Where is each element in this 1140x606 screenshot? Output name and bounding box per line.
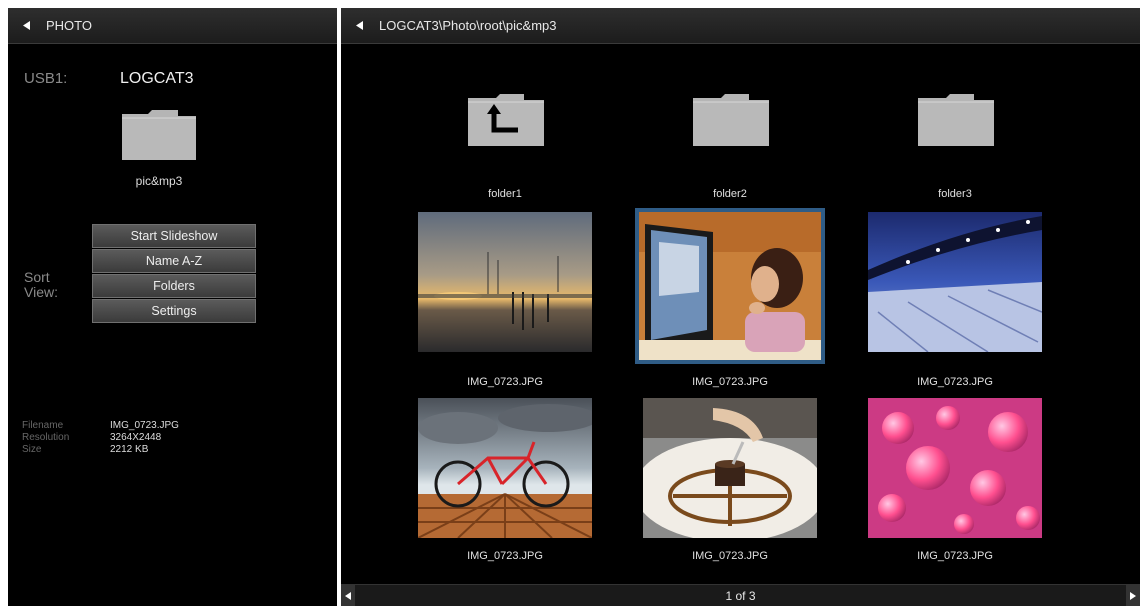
photo-label: IMG_0723.JPG xyxy=(692,376,768,388)
pager-bar: 1 of 3 xyxy=(341,584,1140,606)
photo-tile[interactable]: IMG_0723.JPG xyxy=(635,398,825,570)
next-page-icon[interactable] xyxy=(1126,584,1140,606)
sort-menu: Start Slideshow Name A-Z Folders Setting… xyxy=(92,224,256,324)
folder-label: folder3 xyxy=(938,188,972,200)
folder-tile[interactable]: folder3 xyxy=(860,92,1050,212)
right-header: LOGCAT3\Photo\root\pic&mp3 xyxy=(341,8,1140,44)
left-header: PHOTO xyxy=(8,8,337,44)
usb-device-name: LOGCAT3 xyxy=(120,70,194,87)
info-row-size: Size 2212 KB xyxy=(22,444,179,456)
photo-thumbnail-child-at-computer xyxy=(635,208,825,364)
view-label: View: xyxy=(24,284,58,300)
photo-thumbnail-dessert-plate xyxy=(643,398,817,538)
photo-thumbnail-sunset-pier xyxy=(418,212,592,352)
info-value: 3264X2448 xyxy=(110,432,162,443)
info-value: 2212 KB xyxy=(110,444,149,455)
photo-label: IMG_0723.JPG xyxy=(692,550,768,562)
info-row-resolution: Resolution 3264X2448 xyxy=(22,432,179,444)
folders-button[interactable]: Folders xyxy=(92,274,256,298)
photo-thumbnail-night-bridge xyxy=(868,212,1042,352)
folder-icon xyxy=(691,92,771,153)
photo-tile[interactable]: IMG_0723.JPG xyxy=(410,398,600,570)
photo-thumbnail-pink-bubbles xyxy=(868,398,1042,538)
photo-label: IMG_0723.JPG xyxy=(467,550,543,562)
folder-up-icon xyxy=(466,92,546,153)
folder-tile[interactable]: folder2 xyxy=(635,92,825,212)
photo-thumbnail-red-bicycle xyxy=(418,398,592,538)
photo-label: IMG_0723.JPG xyxy=(467,376,543,388)
photo-tile[interactable]: IMG_0723.JPG xyxy=(410,212,600,390)
page-indicator: 1 of 3 xyxy=(725,588,756,603)
settings-button[interactable]: Settings xyxy=(92,299,256,323)
prev-page-icon[interactable] xyxy=(341,584,355,606)
info-key: Resolution xyxy=(22,432,70,443)
folder-icon xyxy=(916,92,996,153)
info-key: Filename xyxy=(22,420,64,431)
file-info: Filename IMG_0723.JPG Resolution 3264X24… xyxy=(22,420,179,456)
photo-label: IMG_0723.JPG xyxy=(917,550,993,562)
photo-tile[interactable]: IMG_0723.JPG xyxy=(860,398,1050,570)
folder-label: pic&mp3 xyxy=(135,174,183,188)
photo-label: IMG_0723.JPG xyxy=(917,376,993,388)
folder-tile[interactable]: folder1 xyxy=(410,92,600,212)
info-row-filename: Filename IMG_0723.JPG xyxy=(22,420,179,432)
back-arrow-icon[interactable] xyxy=(341,8,379,44)
info-key: Size xyxy=(22,444,42,455)
breadcrumb-path: LOGCAT3\Photo\root\pic&mp3 xyxy=(379,18,557,33)
info-value: IMG_0723.JPG xyxy=(110,420,179,431)
left-panel: PHOTO USB1: LOGCAT3 pic&mp3 Sort View: S… xyxy=(8,8,337,606)
name-a-z-button[interactable]: Name A-Z xyxy=(92,249,256,273)
folder-label: folder1 xyxy=(488,188,522,200)
usb-label: USB1: xyxy=(24,70,68,87)
sort-label: Sort xyxy=(24,269,50,285)
back-arrow-icon[interactable] xyxy=(8,8,46,44)
right-panel: LOGCAT3\Photo\root\pic&mp3 folder1 folde… xyxy=(341,8,1140,606)
folder-icon[interactable] xyxy=(120,108,198,162)
left-header-title: PHOTO xyxy=(46,18,92,33)
sort-view-label: Sort View: xyxy=(24,270,58,300)
start-slideshow-button[interactable]: Start Slideshow xyxy=(92,224,256,248)
photo-tile[interactable]: IMG_0723.JPG xyxy=(635,208,825,390)
folder-label: folder2 xyxy=(713,188,747,200)
photo-tile[interactable]: IMG_0723.JPG xyxy=(860,212,1050,390)
